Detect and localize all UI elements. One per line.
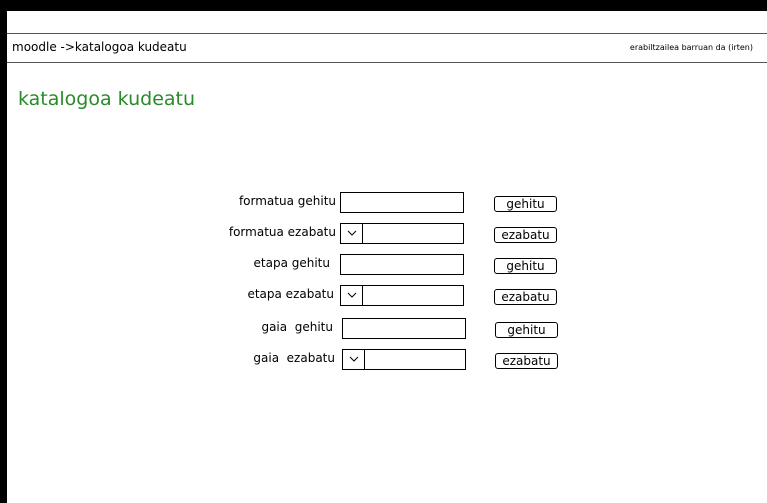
gaia-ezabatu-button[interactable]: ezabatu [495, 353, 558, 369]
chevron-down-icon[interactable] [343, 350, 365, 369]
chevron-down-icon[interactable] [341, 286, 363, 305]
header-divider-top [7, 33, 767, 34]
row-label-gaia-ezabatu: gaia ezabatu [253, 351, 335, 365]
formatua-gehitu-button[interactable]: gehitu [494, 196, 557, 212]
row-label-formatua-gehitu: formatua gehitu [238, 194, 336, 208]
header-divider-bottom [7, 62, 767, 63]
gaia-gehitu-input[interactable] [342, 318, 466, 339]
page-frame: moodle ->katalogoa kudeatu erabiltzailea… [0, 0, 767, 503]
top-border-bar [0, 0, 767, 11]
row-label-formatua-ezabatu: formatua ezabatu [228, 225, 336, 239]
breadcrumb[interactable]: moodle ->katalogoa kudeatu [12, 40, 187, 54]
formatua-ezabatu-button[interactable]: ezabatu [494, 227, 557, 243]
etapa-gehitu-input[interactable] [340, 254, 464, 275]
left-border-bar [0, 0, 7, 503]
row-label-gaia-gehitu: gaia gehitu [261, 320, 333, 334]
gaia-ezabatu-select[interactable] [342, 349, 466, 370]
gaia-gehitu-button[interactable]: gehitu [495, 322, 558, 338]
login-info[interactable]: erabiltzailea barruan da (irten) [630, 43, 753, 52]
formatua-ezabatu-select[interactable] [340, 223, 464, 244]
chevron-down-icon[interactable] [341, 224, 363, 243]
row-label-etapa-ezabatu: etapa ezabatu [247, 287, 334, 301]
etapa-ezabatu-button[interactable]: ezabatu [494, 289, 557, 305]
etapa-ezabatu-select[interactable] [340, 285, 464, 306]
formatua-gehitu-input[interactable] [340, 192, 464, 213]
etapa-gehitu-button[interactable]: gehitu [494, 258, 557, 274]
row-label-etapa-gehitu: etapa gehitu [253, 256, 330, 270]
page-title: katalogoa kudeatu [18, 88, 196, 110]
